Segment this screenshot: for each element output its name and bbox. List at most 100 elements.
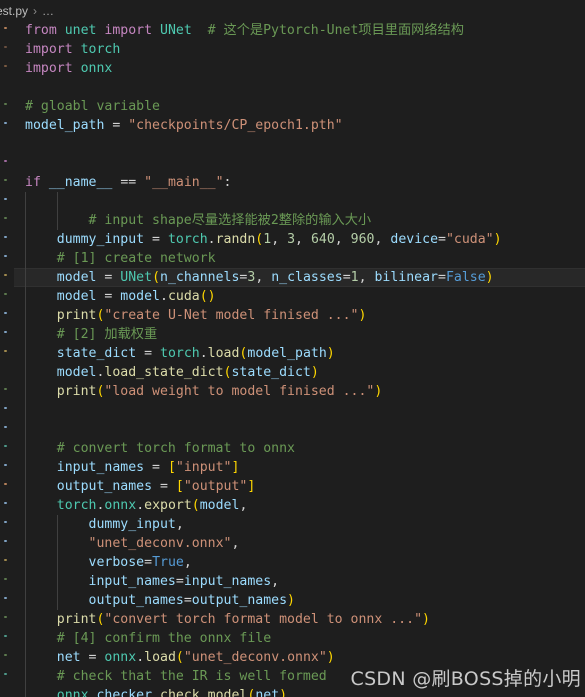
code-line[interactable]	[14, 78, 585, 97]
code-line[interactable]	[14, 154, 585, 173]
code-token: onnx	[56, 688, 89, 697]
code-token: # 这个是Pytorch-Unet项目里面网络结构	[207, 23, 464, 38]
code-token: :	[223, 175, 232, 190]
code-token: =	[175, 574, 184, 589]
code-line[interactable]: # [4] confirm the onnx file	[14, 629, 585, 648]
code-line[interactable]: # [1] create network	[14, 249, 585, 268]
gutter-mark	[4, 217, 7, 219]
indent-guide	[56, 192, 58, 230]
code-token: output_names	[88, 593, 184, 608]
code-token: # [2] 加载权重	[56, 327, 158, 342]
gutter-mark	[4, 103, 7, 105]
code-token: 1	[263, 232, 272, 247]
editor-gutter[interactable]	[0, 21, 14, 697]
code-token: print	[56, 384, 97, 399]
code-token: )	[358, 308, 367, 323]
code-token: 3	[287, 232, 296, 247]
code-token: ,	[255, 270, 272, 285]
breadcrumb[interactable]: est.py › …	[0, 0, 585, 21]
code-content[interactable]: from unet import UNet # 这个是Pytorch-Unet项…	[14, 21, 585, 697]
code-line[interactable]: output_names=output_names)	[14, 591, 585, 610]
code-line[interactable]: # convert torch format to onnx	[14, 439, 585, 458]
gutter-mark	[4, 274, 7, 276]
code-token: =	[144, 460, 168, 475]
gutter-mark	[4, 540, 7, 542]
code-token: "convert torch format model to onnx ..."	[104, 612, 423, 627]
breadcrumb-file[interactable]: est.py	[0, 4, 28, 18]
code-line[interactable]: input_names=input_names,	[14, 572, 585, 591]
code-line[interactable]: model = model.cuda()	[14, 287, 585, 306]
code-line[interactable]	[14, 192, 585, 211]
gutter-mark	[4, 65, 7, 67]
gutter-mark	[4, 673, 7, 675]
code-line[interactable]: verbose=True,	[14, 553, 585, 572]
code-token: ,	[175, 517, 184, 532]
code-token: =	[136, 346, 160, 361]
code-token: "input"	[175, 460, 232, 475]
editor-surface[interactable]: from unet import UNet # 这个是Pytorch-Unet项…	[0, 21, 585, 697]
code-token: output_names	[56, 479, 153, 494]
gutter-mark	[4, 46, 7, 48]
gutter-mark	[4, 616, 7, 618]
gutter-mark	[4, 179, 7, 181]
code-line[interactable]: "unet_deconv.onnx",	[14, 534, 585, 553]
code-line[interactable]: # [2] 加载权重	[14, 325, 585, 344]
code-token: (	[152, 270, 161, 285]
gutter-mark	[4, 293, 7, 295]
code-token: "__main__"	[144, 175, 224, 190]
code-token: ()	[199, 289, 216, 304]
code-line[interactable]: torch.onnx.export(model,	[14, 496, 585, 515]
code-line[interactable]: # gloabl variable	[14, 97, 585, 116]
code-token: output_names	[191, 593, 288, 608]
code-line[interactable]: from unet import UNet # 这个是Pytorch-Unet项…	[14, 21, 585, 40]
code-token: print	[56, 612, 97, 627]
code-line[interactable]	[14, 135, 585, 154]
code-token: ,	[334, 232, 351, 247]
code-line[interactable]: dummy_input = torch.randn(1, 3, 640, 960…	[14, 230, 585, 249]
code-line[interactable]: # input shape尽量选择能被2整除的输入大小	[14, 211, 585, 230]
code-token: =	[144, 232, 168, 247]
code-line[interactable]: model_path = "checkpoints/CP_epoch1.pth"	[14, 116, 585, 135]
code-line[interactable]: print("create U-Net model finised ...")	[14, 306, 585, 325]
code-token: device	[390, 232, 439, 247]
code-token: =	[438, 270, 446, 285]
gutter-mark	[4, 559, 7, 561]
code-token: onnx	[104, 650, 137, 665]
code-line[interactable]: print("load weight to model finised ..."…	[14, 382, 585, 401]
code-token: )	[326, 650, 335, 665]
code-line[interactable]: model = UNet(n_channels=3, n_classes=1, …	[14, 268, 585, 287]
code-line[interactable]: dummy_input,	[14, 515, 585, 534]
breadcrumb-overflow[interactable]: …	[42, 4, 54, 18]
code-token: # input shape尽量选择能被2整除的输入大小	[88, 213, 372, 228]
code-token: "cuda"	[445, 232, 494, 247]
gutter-mark	[4, 388, 7, 390]
code-line[interactable]: model.load_state_dict(state_dict)	[14, 363, 585, 382]
code-line[interactable]: state_dict = torch.load(model_path)	[14, 344, 585, 363]
code-token: from	[25, 23, 65, 38]
gutter-mark	[4, 331, 7, 333]
gutter-mark	[4, 445, 7, 447]
code-line[interactable]: if __name__ == "__main__":	[14, 173, 585, 192]
code-token: )	[493, 232, 502, 247]
code-token: state_dict	[231, 365, 311, 380]
code-line[interactable]: import onnx	[14, 59, 585, 78]
code-line[interactable]: import torch	[14, 40, 585, 59]
code-line[interactable]	[14, 420, 585, 439]
code-line[interactable]: input_names = ["input"]	[14, 458, 585, 477]
code-token: if	[25, 175, 41, 190]
code-line[interactable]: print("convert torch format model to onn…	[14, 610, 585, 629]
code-token: ,	[295, 232, 311, 247]
code-token: torch	[160, 346, 200, 361]
code-token: torch	[167, 232, 208, 247]
code-line[interactable]: output_names = ["output"]	[14, 477, 585, 496]
code-line[interactable]	[14, 401, 585, 420]
